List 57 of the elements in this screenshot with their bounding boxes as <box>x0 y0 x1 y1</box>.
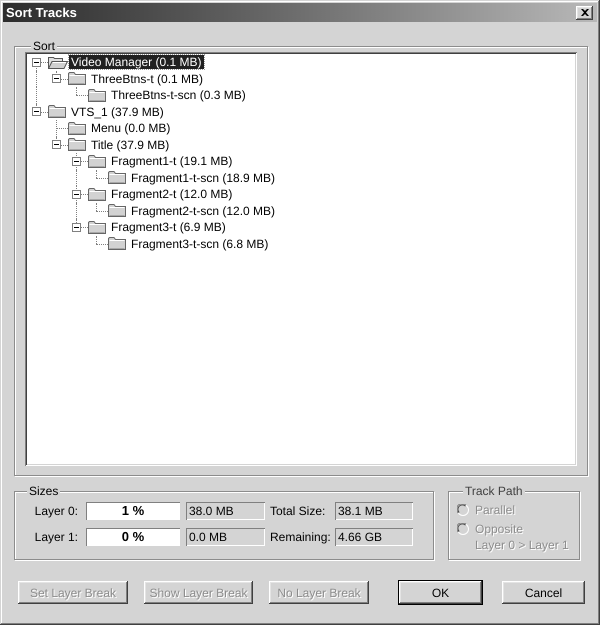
folder-icon <box>88 154 106 168</box>
field-label: Layer 1: <box>34 529 78 546</box>
folder-icon <box>48 105 66 118</box>
track-path-note: Layer 0 > Layer 1 <box>475 538 569 552</box>
dialog-button[interactable]: OK <box>399 581 482 604</box>
minus-icon <box>74 194 78 195</box>
window-title: Sort Tracks <box>6 4 77 20</box>
group-label: Track Path <box>463 484 525 498</box>
tree-item[interactable]: Fragment3-t (6.9 MB) <box>109 220 228 234</box>
collapse-button[interactable] <box>52 74 60 84</box>
tree-item[interactable]: Title (37.9 MB) <box>89 138 172 152</box>
minus-icon <box>54 78 58 80</box>
tree-item[interactable]: ThreeBtns-t (0.1 MB) <box>89 72 206 86</box>
tree-item[interactable]: VTS_1 (37.9 MB) <box>69 104 166 119</box>
percent-field: 1 % <box>86 502 180 520</box>
close-icon <box>580 9 588 16</box>
size-field: 38.0 MB <box>186 502 265 520</box>
percent-field: 0 % <box>86 528 180 546</box>
tree-item[interactable]: ThreeBtns-t-scn (0.3 MB) <box>109 88 248 102</box>
folder-icon <box>68 72 86 86</box>
group-label: Sizes <box>27 484 60 498</box>
minus-icon <box>74 226 78 228</box>
field-label: Layer 0: <box>34 503 78 520</box>
field-label: Remaining: <box>270 529 332 546</box>
folder-icon <box>108 171 126 184</box>
collapse-button[interactable] <box>72 222 80 232</box>
folder-icon <box>88 88 106 102</box>
tree-item[interactable]: Fragment2-t-scn (12.0 MB) <box>129 204 278 218</box>
collapse-button[interactable] <box>52 140 60 150</box>
tree-item[interactable]: Video Manager (0.1 MB) <box>69 55 204 70</box>
minus-icon <box>74 160 78 162</box>
group-label: Sort <box>31 40 58 52</box>
size-field: 4.66 GB <box>335 528 413 546</box>
collapse-button[interactable] <box>32 58 40 67</box>
tree-item[interactable]: Fragment1-t (19.1 MB) <box>109 154 234 168</box>
tree-item[interactable]: Fragment1-t-scn (18.9 MB) <box>129 170 278 185</box>
minus-icon <box>34 62 38 63</box>
folder-icon <box>88 220 106 234</box>
close-button[interactable] <box>576 6 593 20</box>
open-folder-icon <box>48 56 68 69</box>
collapse-button[interactable] <box>32 107 40 116</box>
folder-icon <box>108 237 126 250</box>
field-label: Total Size: <box>270 503 326 520</box>
folder-icon <box>108 204 126 218</box>
size-field: 0.0 MB <box>186 528 265 546</box>
tree-item[interactable]: Menu (0.0 MB) <box>89 121 172 136</box>
tree-item[interactable]: Fragment2-t (12.0 MB) <box>109 187 234 202</box>
dialog-button[interactable]: Cancel <box>502 581 585 604</box>
collapse-button[interactable] <box>72 156 80 166</box>
minus-icon <box>54 144 58 146</box>
collapse-button[interactable] <box>72 190 80 199</box>
folder-icon <box>88 188 106 201</box>
size-field: 38.1 MB <box>335 502 413 520</box>
folder-icon <box>68 138 86 152</box>
tree-item[interactable]: Fragment3-t-scn (6.8 MB) <box>129 236 270 251</box>
minus-icon <box>34 111 38 112</box>
folder-icon <box>68 122 86 135</box>
